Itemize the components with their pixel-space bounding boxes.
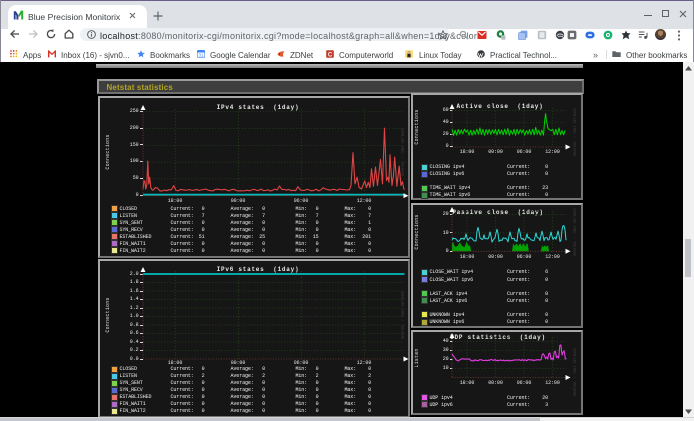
svg-text:C: C — [328, 52, 333, 58]
svg-text:31: 31 — [199, 53, 204, 58]
